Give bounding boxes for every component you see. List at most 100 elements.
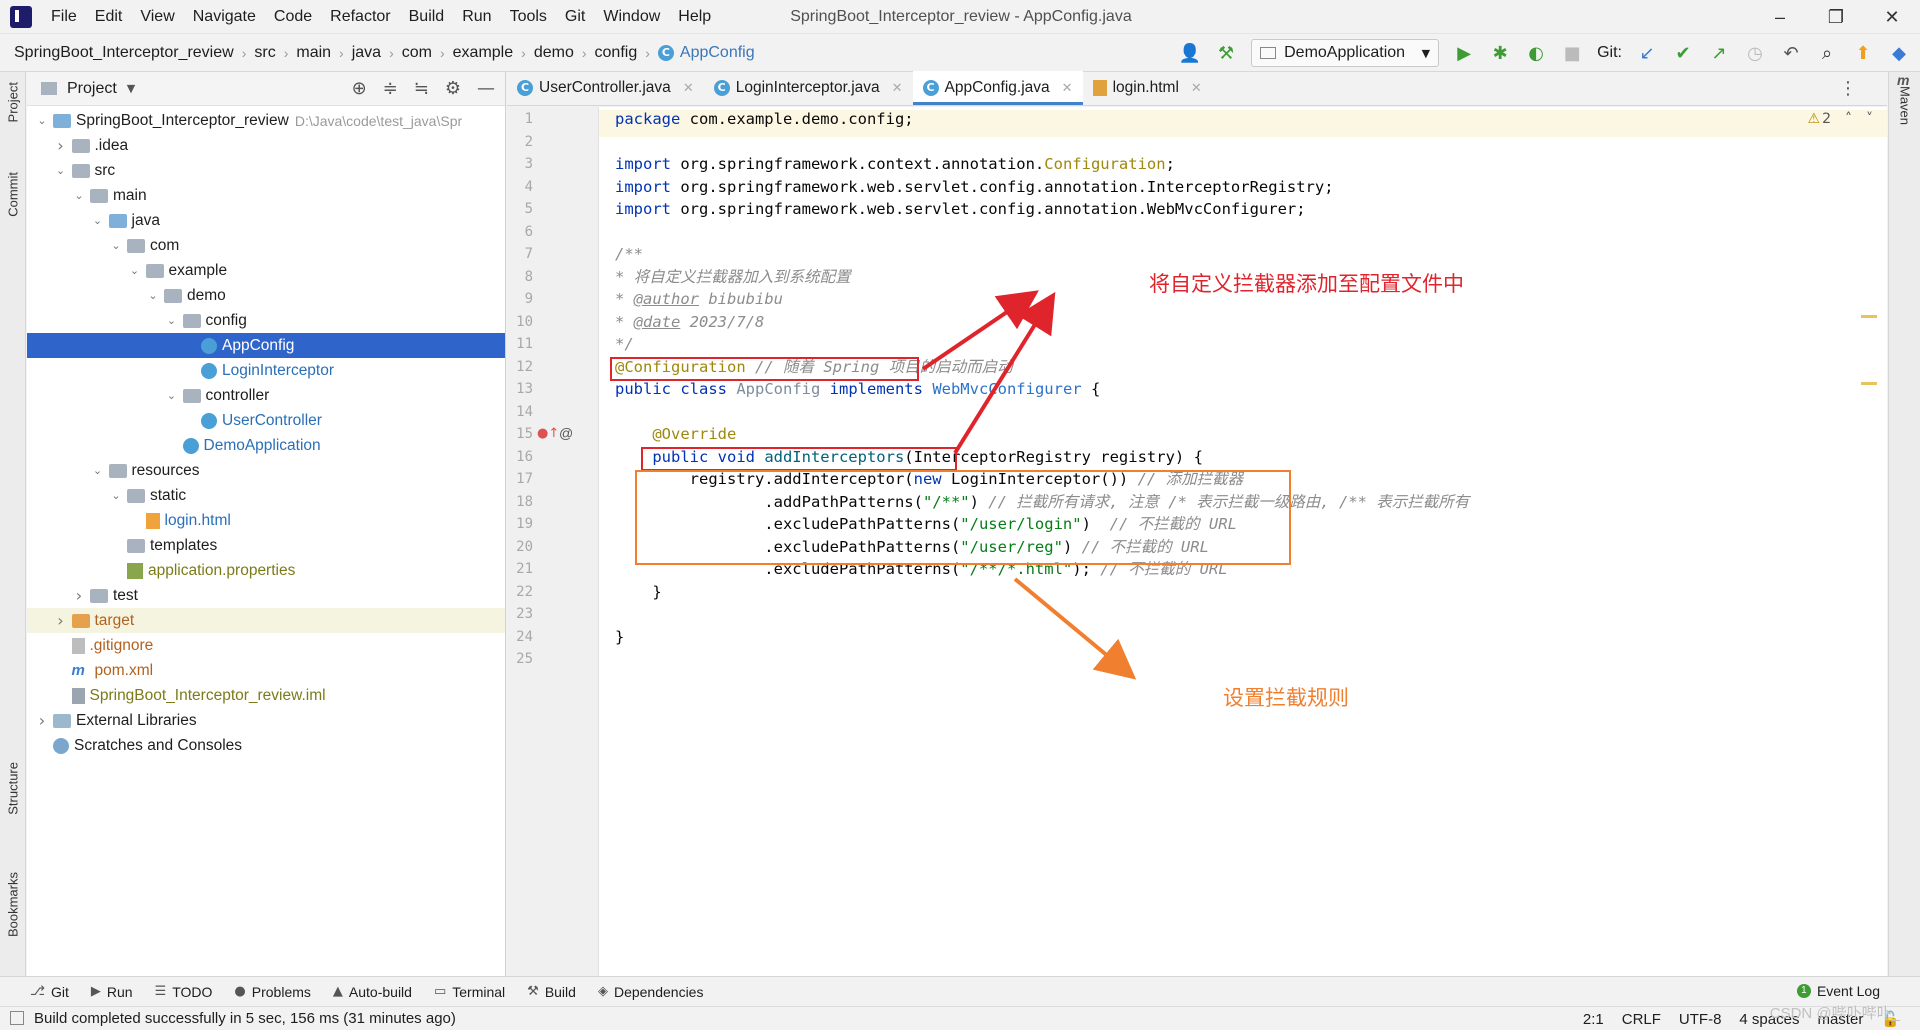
chevron-up-icon[interactable]: ˄ [1845,111,1852,127]
tree-item[interactable]: ⌄ java [27,208,505,233]
build-hammer-icon[interactable]: ⚒ [1215,42,1237,64]
menu-view[interactable]: View [131,0,183,34]
tree-item[interactable]: Scratches and Consoles [27,733,505,758]
editor-tab[interactable]: C UserController.java ✕ [507,71,704,105]
tree-item[interactable]: m pom.xml [27,658,505,683]
stop-icon[interactable]: ■ [1561,42,1583,64]
close-tab-icon[interactable]: ✕ [892,81,903,96]
chevron-down-icon[interactable]: ˅ [1866,111,1873,127]
at-marker-icon[interactable]: @ [559,425,573,441]
rollback-icon[interactable]: ↶ [1780,42,1802,64]
tree-item[interactable]: templates [27,533,505,558]
tree-item[interactable]: ⌄ SpringBoot_Interceptor_review D:\Java\co… [27,108,505,133]
menu-run[interactable]: Run [453,0,500,34]
more-tabs-icon[interactable]: ⋮ [1839,78,1857,99]
git-commit-icon[interactable]: ✔ [1672,42,1694,64]
tree-item[interactable]: DemoApplication [27,433,505,458]
tool-window-terminal[interactable]: ▭ Terminal [434,984,505,1000]
menu-tools[interactable]: Tools [501,0,556,34]
chevron-down-icon[interactable]: ⌄ [109,489,123,502]
tool-window-dependencies[interactable]: ◈ Dependencies [598,984,704,1000]
chevron-down-icon[interactable]: ⌄ [165,314,179,327]
editor-tab[interactable]: login.html ✕ [1083,71,1212,105]
restore-icon[interactable]: ❐ [1808,0,1864,34]
breadcrumb-item[interactable]: java [352,44,381,62]
tree-item[interactable]: › test [27,583,505,608]
tree-item[interactable]: ⌄ resources [27,458,505,483]
close-tab-icon[interactable]: ✕ [683,81,694,96]
tree-item[interactable]: application.properties [27,558,505,583]
tree-item[interactable]: AppConfig [27,333,505,358]
tree-item[interactable]: › .idea [27,133,505,158]
menu-refactor[interactable]: Refactor [321,0,399,34]
plugin-icon[interactable]: ◆ [1888,42,1910,64]
tree-item[interactable]: ⌄ com [27,233,505,258]
expand-all-icon[interactable]: ≑ [383,78,398,99]
tree-item[interactable]: ⌄ src [27,158,505,183]
caret-position[interactable]: 2:1 [1583,1011,1604,1028]
tree-item[interactable]: ⌄ static [27,483,505,508]
menu-build[interactable]: Build [400,0,454,34]
chevron-down-icon[interactable]: ⌄ [35,114,49,127]
chevron-down-icon[interactable]: ⌄ [91,464,105,477]
code-line[interactable]: import org.springframework.web.servlet.c… [615,196,1306,222]
history-icon[interactable]: ◷ [1744,42,1766,64]
chevron-down-icon[interactable]: ⌄ [54,164,68,177]
chevron-down-icon[interactable]: ▼ [127,82,135,95]
code-editor[interactable]: 1 2 3 4 5 6 7 8 9 10 11 12 13 14 15 16 17 18 19 20 21 22 23 24 2… [507,107,1887,976]
code-line[interactable]: } [615,579,661,605]
chevron-down-icon[interactable]: ⌄ [91,214,105,227]
chevron-right-icon[interactable]: › [72,586,86,605]
search-icon[interactable]: ⌕ [1816,42,1838,64]
update-icon[interactable]: ⬆ [1852,42,1874,64]
editor-tab[interactable]: C LoginInterceptor.java ✕ [704,71,913,105]
project-panel-title[interactable]: Project [67,80,117,98]
warning-stripe-mark[interactable] [1861,382,1877,385]
event-log-button[interactable]: 1 Event Log [1796,983,1880,999]
tool-window-todo[interactable]: ☰ TODO [155,984,213,1000]
chevron-right-icon[interactable]: › [54,611,68,630]
menu-edit[interactable]: Edit [86,0,132,34]
override-marker-icon[interactable]: ●↑ [537,426,559,441]
status-checkbox-icon[interactable] [10,1011,24,1025]
user-icon[interactable]: 👤 [1179,42,1201,64]
tree-item[interactable]: ⌄ controller [27,383,505,408]
tree-item[interactable]: ⌄ main [27,183,505,208]
line-separator[interactable]: CRLF [1622,1011,1661,1028]
menu-file[interactable]: File [42,0,86,34]
tree-item[interactable]: UserController [27,408,505,433]
tool-window-build[interactable]: ⚒ Build [527,984,576,1000]
chevron-down-icon[interactable]: ⌄ [109,239,123,252]
tree-item[interactable]: ⌄ demo [27,283,505,308]
chevron-right-icon[interactable]: › [54,136,68,155]
collapse-all-icon[interactable]: ≒ [414,78,429,99]
menu-git[interactable]: Git [556,0,594,34]
tool-window-git[interactable]: ⎇ Git [30,984,69,1000]
breadcrumb-current[interactable]: C AppConfig [657,44,755,62]
tree-item[interactable]: SpringBoot_Interceptor_review.iml [27,683,505,708]
minimize-icon[interactable]: – [1752,0,1808,34]
tree-item[interactable]: .gitignore [27,633,505,658]
menu-window[interactable]: Window [594,0,669,34]
tool-window-auto-build[interactable]: ▲ Auto-build [333,984,412,1000]
hide-icon[interactable]: — [477,78,495,99]
file-encoding[interactable]: UTF-8 [1679,1011,1722,1028]
tool-window-problems[interactable]: ● Problems [234,984,310,1000]
tab-bookmarks[interactable]: Bookmarks [2,872,24,937]
chevron-down-icon[interactable]: ⌄ [146,289,160,302]
chevron-down-icon[interactable]: ⌄ [72,189,86,202]
breadcrumb-item[interactable]: main [296,44,331,62]
git-push-icon[interactable]: ↗ [1708,42,1730,64]
code-area[interactable]: package com.example.demo.config; import o… [599,107,1887,976]
warning-stripe-mark[interactable] [1861,315,1877,318]
breadcrumb-item[interactable]: demo [534,44,574,62]
menu-navigate[interactable]: Navigate [184,0,265,34]
breadcrumb-item[interactable]: com [402,44,432,62]
debug-icon[interactable]: ✱ [1489,42,1511,64]
chevron-right-icon[interactable]: › [35,711,49,730]
close-tab-icon[interactable]: ✕ [1062,81,1073,96]
breadcrumb-item[interactable]: SpringBoot_Interceptor_review [14,44,234,62]
breadcrumb-item[interactable]: example [453,44,513,62]
git-update-icon[interactable]: ↙ [1636,42,1658,64]
tree-item[interactable]: ⌄ example [27,258,505,283]
